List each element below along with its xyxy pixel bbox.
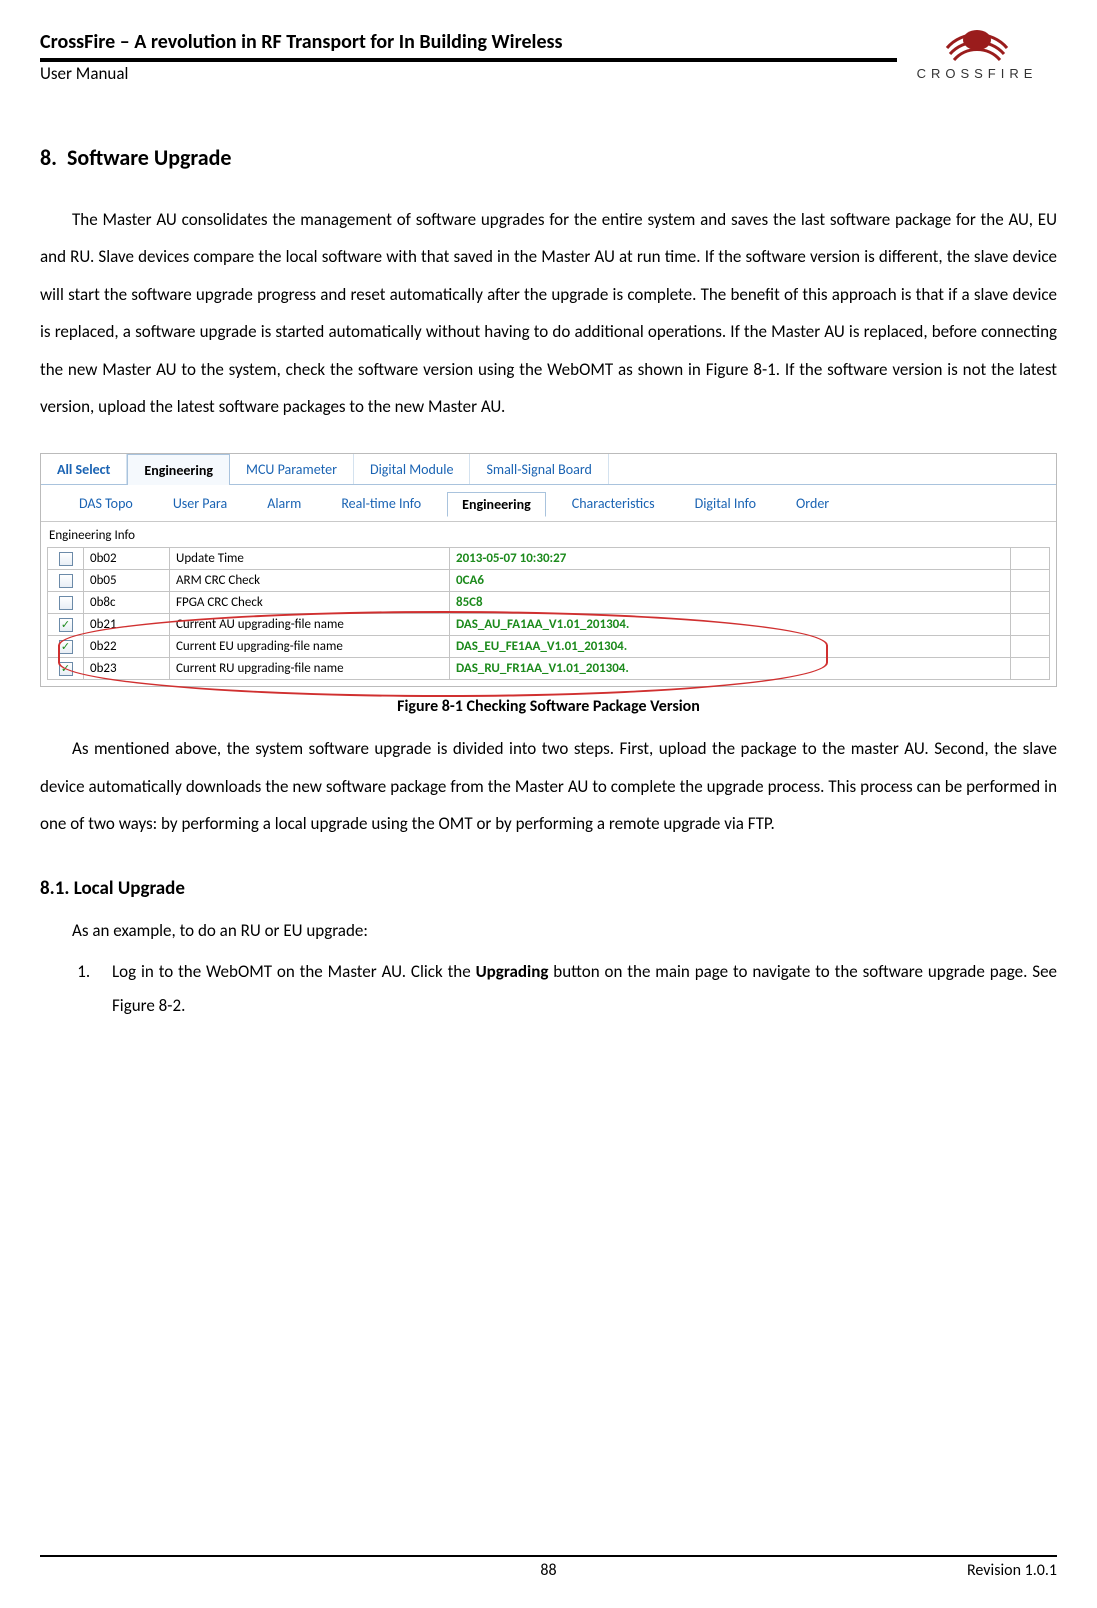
row-label: Current EU upgrading-file name <box>170 636 450 658</box>
row-label: Current AU upgrading-file name <box>170 614 450 636</box>
row-value: DAS_AU_FA1AA_V1.01_201304. <box>450 614 1011 636</box>
intro-paragraph: The Master AU consolidates the managemen… <box>40 201 1057 425</box>
tab-user-para[interactable]: User Para <box>159 492 241 516</box>
tab-characteristics[interactable]: Characteristics <box>558 492 669 516</box>
row-value: DAS_EU_FE1AA_V1.01_201304. <box>450 636 1011 658</box>
primary-tabbar: All Select Engineering MCU Parameter Dig… <box>41 454 1056 485</box>
brand-text: CROSSFIRE <box>897 66 1057 81</box>
row-checkbox[interactable] <box>59 552 73 566</box>
row-label: Current RU upgrading-file name <box>170 658 450 680</box>
paragraph-after-figure: As mentioned above, the system software … <box>40 730 1057 842</box>
engineering-info-table: 0b02Update Time2013-05-07 10:30:270b05AR… <box>47 547 1050 680</box>
tab-mcu-parameter[interactable]: MCU Parameter <box>230 454 354 484</box>
row-code: 0b21 <box>84 614 170 636</box>
tab-alarm[interactable]: Alarm <box>253 492 315 516</box>
tab-digital-info[interactable]: Digital Info <box>681 492 770 516</box>
row-label: ARM CRC Check <box>170 570 450 592</box>
page-header: CrossFire – A revolution in RF Transport… <box>40 30 1057 84</box>
row-value: 2013-05-07 10:30:27 <box>450 548 1011 570</box>
tab-small-signal-board[interactable]: Small-Signal Board <box>470 454 608 484</box>
row-label: Update Time <box>170 548 450 570</box>
tab-das-topo[interactable]: DAS Topo <box>65 492 147 516</box>
row-label: FPGA CRC Check <box>170 592 450 614</box>
tab-digital-module[interactable]: Digital Module <box>354 454 470 484</box>
webomt-screenshot: All Select Engineering MCU Parameter Dig… <box>40 453 1057 687</box>
table-row: ✓ 0b22Current EU upgrading-file nameDAS_E… <box>48 636 1050 658</box>
table-row: ✓ 0b23Current RU upgrading-file nameDAS_R… <box>48 658 1050 680</box>
row-value: 0CA6 <box>450 570 1011 592</box>
row-code: 0b23 <box>84 658 170 680</box>
row-checkbox[interactable]: ✓ <box>59 640 73 654</box>
secondary-tabbar: DAS Topo User Para Alarm Real-time Info … <box>41 485 1056 522</box>
panel-title: Engineering Info <box>47 526 1050 547</box>
row-code: 0b22 <box>84 636 170 658</box>
table-row: 0b02Update Time2013-05-07 10:30:27 <box>48 548 1050 570</box>
row-checkbox[interactable] <box>59 574 73 588</box>
row-checkbox[interactable]: ✓ <box>59 618 73 632</box>
row-code: 0b05 <box>84 570 170 592</box>
row-code: 0b8c <box>84 592 170 614</box>
row-code: 0b02 <box>84 548 170 570</box>
tab-engineering[interactable]: Engineering <box>127 454 230 485</box>
tab-all-select[interactable]: All Select <box>41 454 127 484</box>
subsection-heading: 8.1. Local Upgrade <box>40 877 1057 900</box>
table-row: ✓ 0b21Current AU upgrading-file nameDAS_A… <box>48 614 1050 636</box>
tab-realtime-info[interactable]: Real-time Info <box>327 492 435 516</box>
doc-title: CrossFire – A revolution in RF Transport… <box>40 30 897 54</box>
section-heading: 8. Software Upgrade <box>40 144 1057 171</box>
revision-label: Revision 1.0.1 <box>967 1561 1057 1580</box>
flame-icon <box>942 26 1012 64</box>
row-value: 85C8 <box>450 592 1011 614</box>
table-row: 0b8cFPGA CRC Check85C8 <box>48 592 1050 614</box>
steps-list: Log in to the WebOMT on the Master AU. C… <box>74 955 1057 1023</box>
tab-engineering-sub[interactable]: Engineering <box>447 492 546 517</box>
table-row: 0b05ARM CRC Check0CA6 <box>48 570 1050 592</box>
brand-logo: CROSSFIRE <box>897 26 1057 81</box>
tab-order[interactable]: Order <box>782 492 843 516</box>
example-intro: As an example, to do an RU or EU upgrade… <box>40 912 1057 949</box>
row-value: DAS_RU_FR1AA_V1.01_201304. <box>450 658 1011 680</box>
doc-subtitle: User Manual <box>40 60 897 84</box>
page-number: 88 <box>540 1561 556 1580</box>
row-checkbox[interactable] <box>59 596 73 610</box>
step-1: Log in to the WebOMT on the Master AU. C… <box>94 955 1057 1023</box>
page-footer: 88 Revision 1.0.1 <box>40 1555 1057 1580</box>
row-checkbox[interactable]: ✓ <box>59 662 73 676</box>
figure-caption: Figure 8-1 Checking Software Package Ver… <box>40 697 1057 716</box>
